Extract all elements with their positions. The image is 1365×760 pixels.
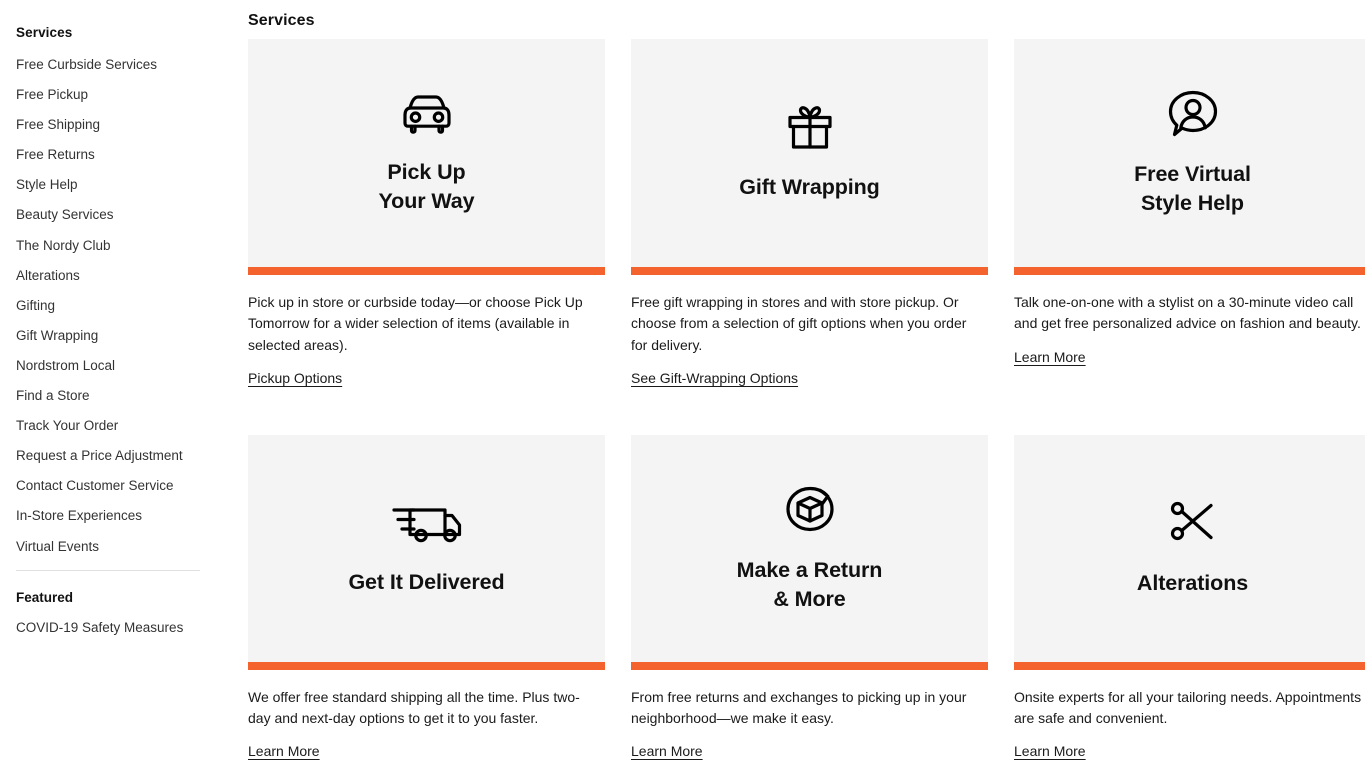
sidebar-item-free-curbside-services[interactable]: Free Curbside Services <box>16 58 248 72</box>
card-tile: Free Virtual Style Help <box>1014 39 1365 267</box>
card-title: Pick Up Your Way <box>379 158 475 215</box>
services-card-grid: Pick Up Your Way Pick up in store or curb… <box>248 39 1365 760</box>
card-tile: Alterations <box>1014 434 1365 662</box>
service-card-make-a-return[interactable]: Make a Return & More From free returns an… <box>631 434 988 760</box>
card-accent-bar <box>631 661 988 670</box>
sidebar-item-the-nordy-club[interactable]: The Nordy Club <box>16 239 248 253</box>
sidebar-divider <box>16 569 200 571</box>
card-link-learn-more-returns[interactable]: Learn More <box>631 743 703 759</box>
sidebar-item-free-pickup[interactable]: Free Pickup <box>16 88 248 102</box>
main-content: Services Pick Up Your Way Pick up in sto… <box>248 0 1365 760</box>
sidebar-item-in-store-experiences[interactable]: In-Store Experiences <box>16 509 248 523</box>
card-title-line-2: Your Way <box>378 188 475 213</box>
card-title: Gift Wrapping <box>739 173 880 202</box>
card-description: Talk one-on-one with a stylist on a 30-m… <box>1014 294 1361 332</box>
sidebar: Services Free Curbside Services Free Pic… <box>0 0 248 760</box>
sidebar-item-alterations[interactable]: Alterations <box>16 269 248 283</box>
card-title-line-1: Alterations <box>1136 570 1249 595</box>
services-page: Services Free Curbside Services Free Pic… <box>0 0 1365 760</box>
card-description: Free gift wrapping in stores and with st… <box>631 294 967 353</box>
card-accent-bar <box>631 267 988 275</box>
card-description: From free returns and exchanges to picki… <box>631 688 967 727</box>
sidebar-featured-list: COVID-19 Safety Measures <box>16 621 248 635</box>
card-title-line-1: Gift Wrapping <box>739 175 880 200</box>
sidebar-item-virtual-events[interactable]: Virtual Events <box>16 539 248 554</box>
service-card-gift-wrapping[interactable]: Gift Wrapping Free gift wrapping in stor… <box>631 39 988 388</box>
box-return-arrow-icon <box>782 483 838 540</box>
sidebar-item-free-shipping[interactable]: Free Shipping <box>16 118 248 132</box>
sidebar-item-covid-19-safety-measures[interactable]: COVID-19 Safety Measures <box>16 621 248 635</box>
card-description: We offer free standard shipping all the … <box>248 688 580 727</box>
sidebar-item-gift-wrapping[interactable]: Gift Wrapping <box>16 329 248 343</box>
card-title: Get It Delivered <box>348 568 504 597</box>
card-tile: Make a Return & More <box>631 434 988 662</box>
card-title-line-1: Pick Up <box>387 159 466 184</box>
sidebar-item-beauty-services[interactable]: Beauty Services <box>16 208 248 222</box>
sidebar-item-contact-customer-service[interactable]: Contact Customer Service <box>16 479 248 493</box>
card-tile: Gift Wrapping <box>631 39 988 267</box>
sidebar-item-nordstrom-local[interactable]: Nordstrom Local <box>16 359 248 373</box>
sidebar-featured-heading: Featured <box>16 589 74 605</box>
sidebar-item-request-a-price-adjustment[interactable]: Request a Price Adjustment <box>16 449 248 463</box>
service-card-free-virtual-style-help[interactable]: Free Virtual Style Help Talk one-on-one w… <box>1014 39 1365 388</box>
sidebar-item-free-returns[interactable]: Free Returns <box>16 148 248 162</box>
car-front-icon <box>396 91 458 142</box>
service-card-get-it-delivered[interactable]: Get It Delivered We offer free standard … <box>248 434 605 760</box>
card-title: Free Virtual Style Help <box>1134 160 1251 217</box>
card-accent-bar <box>1014 661 1365 670</box>
service-card-alterations[interactable]: Alterations Onsite experts for all your … <box>1014 434 1365 760</box>
card-description: Onsite experts for all your tailoring ne… <box>1014 688 1362 727</box>
card-title-line-1: Free Virtual <box>1134 161 1251 186</box>
card-description: Pick up in store or curbside today—or ch… <box>248 294 583 353</box>
card-link-see-gift-wrapping-options[interactable]: See Gift-Wrapping Options <box>631 370 798 386</box>
card-link-pickup-options[interactable]: Pickup Options <box>248 370 342 386</box>
card-accent-bar <box>248 267 605 275</box>
card-title-line-1: Make a Return <box>736 558 883 583</box>
sidebar-nav-list: Free Curbside Services Free Pickup Free … <box>16 58 248 553</box>
card-link-learn-more-delivery[interactable]: Learn More <box>248 743 320 759</box>
delivery-truck-icon <box>387 501 467 552</box>
card-title-line-2: Style Help <box>1141 190 1244 215</box>
gift-box-icon <box>784 104 836 157</box>
sidebar-item-track-your-order[interactable]: Track Your Order <box>16 419 248 433</box>
card-title-line-1: Get It Delivered <box>348 569 505 594</box>
card-tile: Get It Delivered <box>248 434 605 662</box>
sidebar-item-gifting[interactable]: Gifting <box>16 299 248 313</box>
card-title: Alterations <box>1137 569 1248 598</box>
person-speech-bubble-icon <box>1165 89 1221 144</box>
sidebar-item-style-help[interactable]: Style Help <box>16 178 248 192</box>
card-accent-bar <box>248 661 605 670</box>
card-title-line-2: & More <box>773 586 846 611</box>
sidebar-item-find-a-store[interactable]: Find a Store <box>16 389 248 403</box>
page-title: Services <box>248 12 315 29</box>
card-title: Make a Return & More <box>737 556 883 613</box>
service-card-pick-up-your-way[interactable]: Pick Up Your Way Pick up in store or curb… <box>248 39 605 388</box>
scissors-icon <box>1165 500 1221 553</box>
sidebar-heading: Services <box>16 25 73 40</box>
card-accent-bar <box>1014 267 1365 275</box>
card-tile: Pick Up Your Way <box>248 39 605 267</box>
card-link-learn-more-virtual-style[interactable]: Learn More <box>1014 349 1086 365</box>
card-link-learn-more-alterations[interactable]: Learn More <box>1014 743 1086 759</box>
